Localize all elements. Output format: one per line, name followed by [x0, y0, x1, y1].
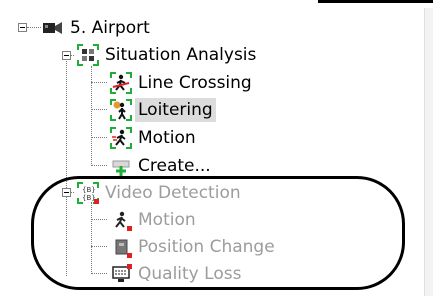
vertical-scrollbar[interactable] [424, 8, 433, 296]
situation-analysis-icon [77, 44, 99, 66]
tree-node-airport[interactable]: 5. Airport [42, 15, 150, 41]
tree-node-label: Line Crossing [138, 73, 252, 93]
tree-line-child [91, 109, 107, 110]
tree-node-label: Motion [138, 128, 196, 148]
tree-node-label: Create... [138, 156, 211, 176]
tree-node-motion[interactable]: Motion [110, 125, 196, 151]
tree-node-label: Situation Analysis [105, 45, 257, 65]
top-bar [0, 0, 433, 8]
collapse-toggle-situation-analysis[interactable] [62, 51, 71, 60]
tree-line-child [91, 165, 107, 166]
tree-node-line-crossing[interactable]: Line Crossing [110, 70, 252, 96]
tree-line-root [27, 27, 41, 28]
line-crossing-icon [110, 72, 132, 94]
loitering-icon [110, 99, 132, 121]
tree-node-loitering[interactable]: Loitering [110, 97, 216, 123]
tree-line-child [91, 82, 107, 83]
annotation-oval [31, 176, 405, 290]
tree-line-situation-children [91, 66, 92, 166]
tree-node-situation-analysis[interactable]: Situation Analysis [77, 42, 256, 68]
tree-line-child [91, 137, 107, 138]
tree-node-label: Loitering [135, 98, 216, 122]
collapse-toggle-airport[interactable] [18, 23, 27, 32]
camera-icon [42, 17, 64, 39]
motion-icon [110, 127, 132, 149]
tree-node-label: 5. Airport [70, 18, 150, 38]
create-icon [110, 155, 132, 177]
top-border-segment [318, 0, 433, 3]
